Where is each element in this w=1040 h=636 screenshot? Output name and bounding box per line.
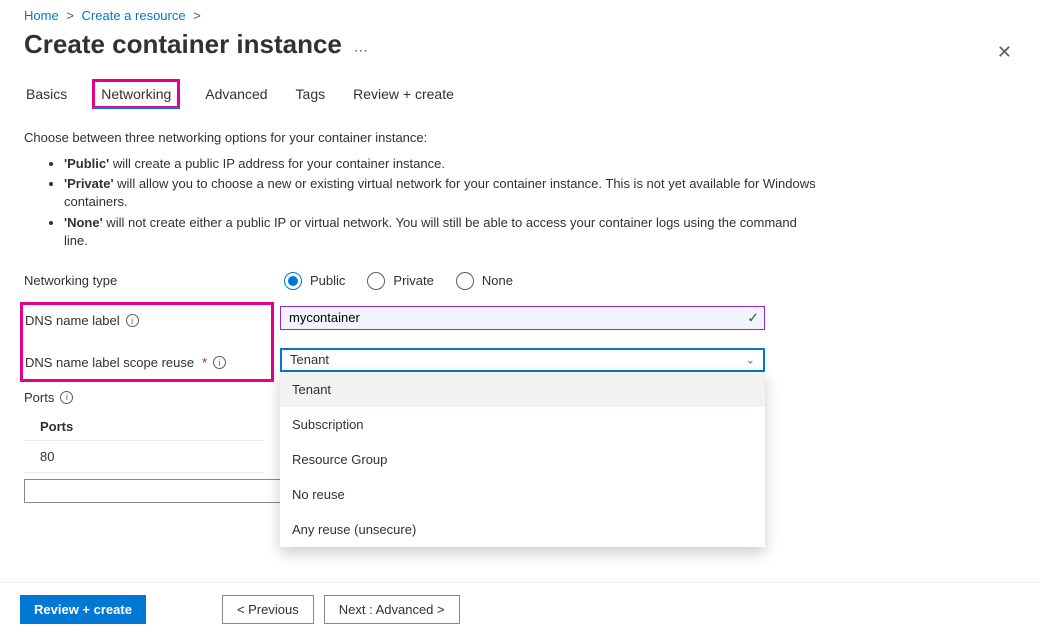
more-actions-icon[interactable]: ⋯	[354, 42, 370, 59]
dropdown-item-tenant[interactable]: Tenant	[280, 372, 765, 407]
tab-advanced[interactable]: Advanced	[203, 80, 269, 108]
radio-private-circle[interactable]	[367, 272, 385, 290]
info-icon[interactable]: i	[213, 356, 226, 369]
tab-basics[interactable]: Basics	[24, 80, 69, 108]
intro-text: Choose between three networking options …	[24, 130, 1020, 145]
networking-type-radio-group: Public Private None	[284, 272, 769, 290]
radio-private[interactable]: Private	[367, 272, 433, 290]
radio-public[interactable]: Public	[284, 272, 345, 290]
label-dns-scope: DNS name label scope reuse	[25, 355, 194, 370]
breadcrumb-sep-2: >	[193, 8, 201, 23]
dns-name-label-input[interactable]	[280, 306, 765, 330]
tab-networking[interactable]: Networking	[93, 80, 179, 108]
ports-row[interactable]: 80	[24, 441, 264, 473]
review-create-button[interactable]: Review + create	[20, 595, 146, 624]
radio-none[interactable]: None	[456, 272, 513, 290]
label-ports: Ports	[24, 390, 54, 405]
tabs: Basics Networking Advanced Tags Review +…	[24, 80, 1020, 108]
required-indicator: *	[202, 355, 207, 370]
dns-scope-dropdown: Tenant Subscription Resource Group No re…	[280, 372, 765, 547]
label-dns-name: DNS name label	[25, 313, 120, 328]
dropdown-item-no-reuse[interactable]: No reuse	[280, 477, 765, 512]
breadcrumb-home[interactable]: Home	[24, 8, 59, 23]
radio-none-circle[interactable]	[456, 272, 474, 290]
footer-bar: Review + create < Previous Next : Advanc…	[0, 582, 1040, 636]
check-icon: ✓	[747, 309, 759, 326]
dns-scope-select[interactable]: Tenant ⌄	[280, 348, 765, 372]
ports-column-header: Ports	[24, 413, 264, 441]
dropdown-item-resource-group[interactable]: Resource Group	[280, 442, 765, 477]
breadcrumb-create-resource[interactable]: Create a resource	[82, 8, 186, 23]
option-private: 'Private' will allow you to choose a new…	[64, 175, 824, 211]
close-icon[interactable]: ✕	[993, 38, 1016, 67]
tab-tags[interactable]: Tags	[294, 80, 328, 108]
option-public: 'Public' will create a public IP address…	[64, 155, 824, 173]
info-icon[interactable]: i	[60, 391, 73, 404]
page-title: Create container instance	[24, 29, 342, 60]
chevron-down-icon: ⌄	[746, 353, 755, 366]
dropdown-item-subscription[interactable]: Subscription	[280, 407, 765, 442]
next-button[interactable]: Next : Advanced >	[324, 595, 460, 624]
previous-button[interactable]: < Previous	[222, 595, 314, 624]
radio-public-circle[interactable]	[284, 272, 302, 290]
option-none: 'None' will not create either a public I…	[64, 214, 824, 250]
breadcrumb: Home > Create a resource >	[24, 8, 1020, 23]
dropdown-item-any-reuse[interactable]: Any reuse (unsecure)	[280, 512, 765, 547]
breadcrumb-sep-1: >	[66, 8, 74, 23]
label-networking-type: Networking type	[24, 273, 117, 288]
tab-review-create[interactable]: Review + create	[351, 80, 456, 108]
options-list: 'Public' will create a public IP address…	[24, 155, 1020, 250]
info-icon[interactable]: i	[126, 314, 139, 327]
